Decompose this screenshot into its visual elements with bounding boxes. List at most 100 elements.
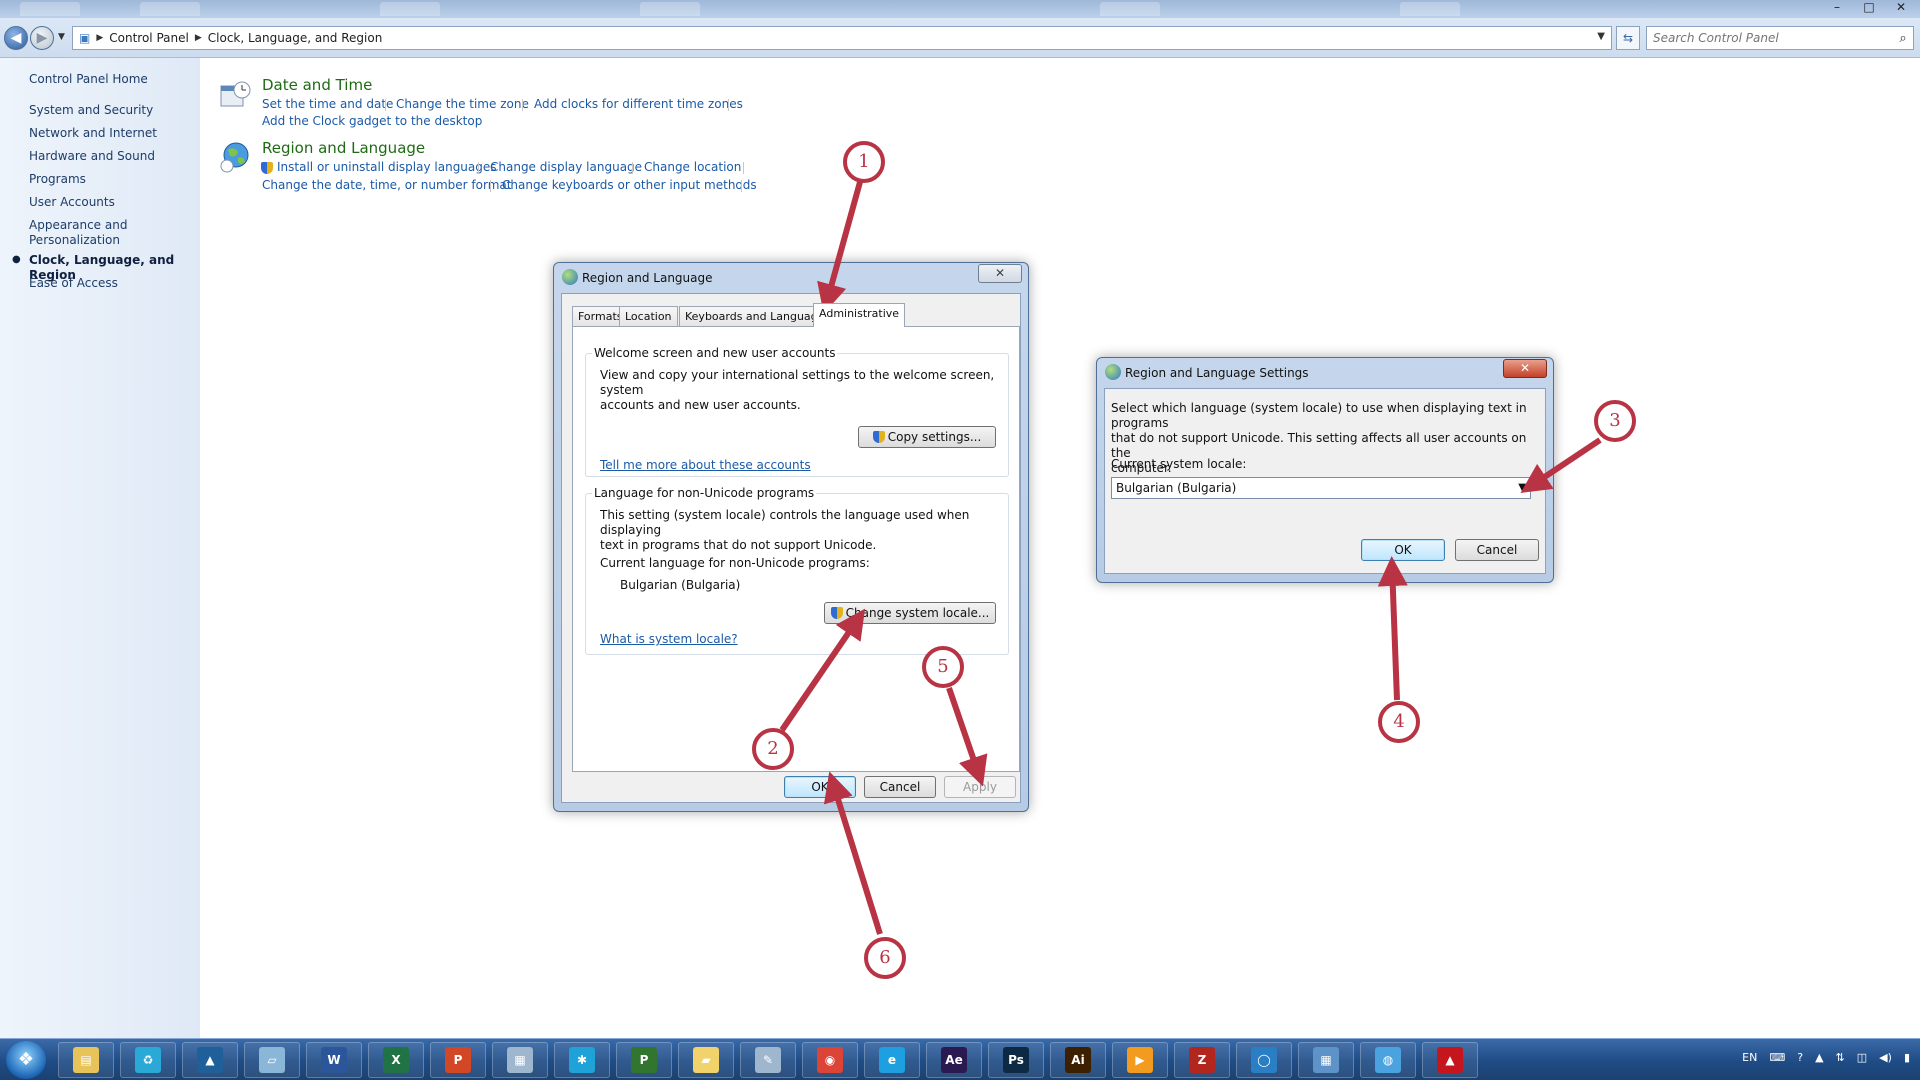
link-change-display-language[interactable]: Change display language xyxy=(490,160,642,174)
taskbar-app-button[interactable]: ✎ xyxy=(740,1042,796,1078)
taskbar-app-button[interactable]: Ps xyxy=(988,1042,1044,1078)
refresh-button[interactable]: ⇆ xyxy=(1616,26,1640,50)
media-player-icon: ▶ xyxy=(1127,1046,1153,1073)
breadcrumb-chevron-icon[interactable]: ▶ xyxy=(195,33,202,43)
link-add-clocks[interactable]: Add clocks for different time zones xyxy=(534,97,743,111)
address-dropdown-icon[interactable]: ▼ xyxy=(1597,31,1605,42)
system-locale-select[interactable]: Bulgarian (Bulgaria) ▼ xyxy=(1111,477,1531,499)
cancel-button[interactable]: Cancel xyxy=(864,776,936,798)
network-tray-icon[interactable]: ⇅ xyxy=(1836,1051,1845,1064)
annotation-marker-5: 5 xyxy=(922,646,964,688)
recent-pages-dropdown-icon[interactable]: ▼ xyxy=(58,32,65,42)
separator xyxy=(478,162,479,174)
taskbar-app-button[interactable]: Ae xyxy=(926,1042,982,1078)
maximize-button[interactable]: □ xyxy=(1858,0,1880,14)
back-button[interactable]: ◀ xyxy=(4,26,28,50)
taskbar-app-button[interactable]: ▦ xyxy=(1298,1042,1354,1078)
action-center-icon[interactable]: ◫ xyxy=(1857,1051,1867,1064)
taskbar-app-button[interactable]: ▶ xyxy=(1112,1042,1168,1078)
sidebar-item-programs[interactable]: Programs xyxy=(29,172,86,187)
link-change-location[interactable]: Change location xyxy=(644,160,741,174)
taskbar-app-button[interactable]: ▦ xyxy=(492,1042,548,1078)
taskbar-app-button[interactable]: ♻ xyxy=(120,1042,176,1078)
sidebar-item-system-security[interactable]: System and Security xyxy=(29,103,153,118)
tell-me-more-link[interactable]: Tell me more about these accounts xyxy=(600,458,811,472)
breadcrumb-control-panel[interactable]: Control Panel xyxy=(109,31,189,45)
address-box[interactable]: ▣ ▶ Control Panel ▶ Clock, Language, and… xyxy=(72,26,1612,50)
sidebar-item-appearance[interactable]: Appearance and Personalization xyxy=(29,218,139,248)
close-button[interactable]: ✕ xyxy=(978,264,1022,283)
link-change-time-zone[interactable]: Change the time zone xyxy=(396,97,529,111)
tab-location[interactable]: Location xyxy=(619,306,678,327)
region-globe-icon: ◍ xyxy=(1375,1046,1401,1073)
taskbar-app-button[interactable]: P xyxy=(616,1042,672,1078)
help-icon[interactable]: ? xyxy=(1797,1051,1803,1064)
apply-button[interactable]: Apply xyxy=(944,776,1016,798)
ghost-tab xyxy=(140,2,200,16)
sidebar-item-network-internet[interactable]: Network and Internet xyxy=(29,126,157,141)
taskbar-app-button[interactable]: ◯ xyxy=(1236,1042,1292,1078)
show-desktop-icon[interactable]: ▮ xyxy=(1904,1051,1910,1064)
link-set-time-date[interactable]: Set the time and date xyxy=(262,97,393,111)
uac-shield-icon xyxy=(261,162,273,174)
close-window-button[interactable]: ✕ xyxy=(1890,0,1912,14)
taskbar-app-button[interactable]: Ai xyxy=(1050,1042,1106,1078)
what-is-system-locale-link[interactable]: What is system locale? xyxy=(600,632,738,646)
link-install-display-languages[interactable]: Install or uninstall display languages xyxy=(277,160,497,174)
taskbar-app-button[interactable]: X xyxy=(368,1042,424,1078)
search-box[interactable]: ⌕ xyxy=(1646,26,1914,50)
minimize-button[interactable]: – xyxy=(1826,0,1848,14)
taskbar: ❖ ▤ ♻ ▲ ▱ W X P ▦ ✱ P ▰ ✎ ◉ e Ae Ps Ai ▶ Z ◯ ▦ ◍ ▲ EN ⌨ ? ▲ ⇅ … xyxy=(0,1038,1920,1080)
taskbar-app-button[interactable]: ▲ xyxy=(182,1042,238,1078)
refresh-icon: ⇆ xyxy=(1622,31,1634,45)
taskbar-app-button[interactable]: ▰ xyxy=(678,1042,734,1078)
explorer-icon: ▤ xyxy=(73,1046,99,1073)
window-controls: – □ ✕ xyxy=(1826,0,1912,14)
breadcrumb-clock-language-region[interactable]: Clock, Language, and Region xyxy=(208,31,383,45)
link-change-keyboards[interactable]: Change keyboards or other input methods xyxy=(502,178,757,192)
sidebar-item-user-accounts[interactable]: User Accounts xyxy=(29,195,115,210)
sidebar-item-ease-of-access[interactable]: Ease of Access xyxy=(29,276,118,291)
taskbar-app-button[interactable]: ▤ xyxy=(58,1042,114,1078)
cancel-button[interactable]: Cancel xyxy=(1455,539,1539,561)
ie-icon: e xyxy=(879,1046,905,1073)
taskbar-app-button[interactable]: P xyxy=(430,1042,486,1078)
breadcrumb-chevron-icon[interactable]: ▶ xyxy=(96,33,103,43)
copy-settings-button[interactable]: Copy settings... xyxy=(858,426,996,448)
taskbar-app-button[interactable]: ✱ xyxy=(554,1042,610,1078)
active-bullet-icon: ● xyxy=(12,254,21,265)
recycle-icon: ♻ xyxy=(135,1046,161,1073)
change-system-locale-button[interactable]: Change system locale... xyxy=(824,602,996,624)
control-panel-icon: ▣ xyxy=(79,31,91,45)
forward-button[interactable]: ▶ xyxy=(30,26,54,50)
taskbar-app-button[interactable]: Z xyxy=(1174,1042,1230,1078)
separator xyxy=(385,99,386,111)
close-button[interactable]: ✕ xyxy=(1503,359,1547,378)
dropdown-arrow-icon[interactable]: ▼ xyxy=(1518,478,1526,498)
sidebar-item-hardware-sound[interactable]: Hardware and Sound xyxy=(29,149,155,164)
keyboard-icon[interactable]: ⌨ xyxy=(1769,1051,1785,1064)
taskbar-app-button[interactable]: ▱ xyxy=(244,1042,300,1078)
language-indicator[interactable]: EN xyxy=(1742,1051,1757,1064)
annotation-marker-6: 6 xyxy=(864,937,906,979)
taskbar-app-button[interactable]: ▲ xyxy=(1422,1042,1478,1078)
administrative-panel: Welcome screen and new user accounts Vie… xyxy=(572,326,1020,772)
taskbar-app-button[interactable]: W xyxy=(306,1042,362,1078)
taskbar-app-button[interactable]: ◉ xyxy=(802,1042,858,1078)
ok-button[interactable]: OK xyxy=(1361,539,1445,561)
sidebar-item-home[interactable]: Control Panel Home xyxy=(29,72,148,87)
start-button[interactable]: ❖ xyxy=(6,1041,46,1079)
volume-icon[interactable]: ◀) xyxy=(1879,1051,1892,1064)
show-hidden-icons-icon[interactable]: ▲ xyxy=(1815,1051,1823,1064)
search-input[interactable] xyxy=(1647,28,1893,48)
taskbar-app-button[interactable]: e xyxy=(864,1042,920,1078)
link-add-clock-gadget[interactable]: Add the Clock gadget to the desktop xyxy=(262,114,482,128)
taskbar-app-button[interactable]: ◍ xyxy=(1360,1042,1416,1078)
search-icon[interactable]: ⌕ xyxy=(1893,31,1913,46)
ok-button[interactable]: OK xyxy=(784,776,856,798)
region-language-title[interactable]: Region and Language xyxy=(262,139,425,157)
link-change-date-format[interactable]: Change the date, time, or number format xyxy=(262,178,511,192)
tab-administrative[interactable]: Administrative xyxy=(813,303,906,327)
group-label: Welcome screen and new user accounts xyxy=(592,346,838,360)
date-time-title[interactable]: Date and Time xyxy=(262,76,372,94)
